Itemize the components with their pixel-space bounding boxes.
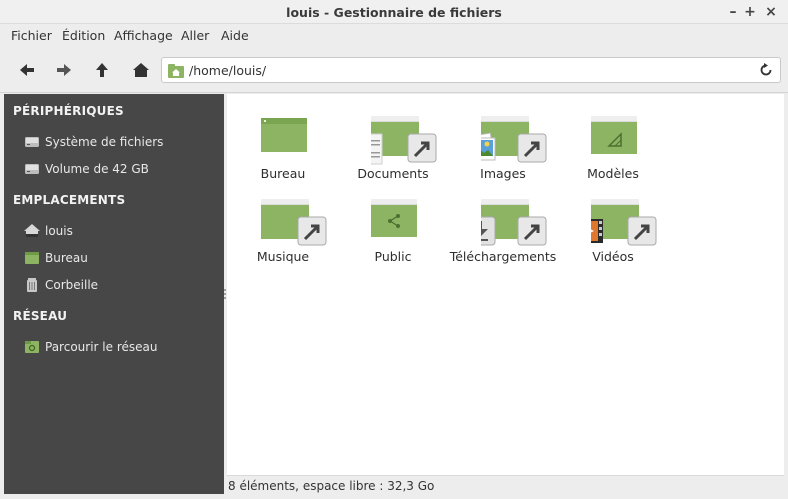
home-folder-icon xyxy=(168,64,184,78)
sidebar-item-label: Bureau xyxy=(45,251,88,265)
downloads-folder-icon xyxy=(481,199,547,246)
status-bar: 8 éléments, espace libre : 32,3 Go xyxy=(227,475,784,495)
status-text: 8 éléments, espace libre : 32,3 Go xyxy=(228,479,435,493)
sidebar-item-volume[interactable]: Volume de 42 GB xyxy=(4,157,224,181)
file-view: Bureau A Documents xyxy=(227,94,784,475)
file-item-public[interactable]: Public xyxy=(338,185,448,265)
trash-icon xyxy=(27,278,37,292)
home-icon xyxy=(24,224,40,237)
file-item-bureau[interactable]: Bureau xyxy=(228,102,338,182)
sidebar-item-bureau[interactable]: Bureau xyxy=(4,246,224,270)
sidebar-item-label: Système de fichiers xyxy=(45,135,164,149)
templates-folder-icon xyxy=(591,116,637,154)
sidebar-item-label: louis xyxy=(45,224,73,238)
file-item-images[interactable]: Images xyxy=(448,102,558,182)
section-peripheriques: PÉRIPHÉRIQUES xyxy=(13,104,124,118)
menu-fichier[interactable]: Fichier xyxy=(11,28,52,43)
forward-button[interactable] xyxy=(51,58,77,82)
menu-aller[interactable]: Aller xyxy=(181,28,209,43)
menu-bar: Fichier Édition Affichage Aller Aide xyxy=(0,24,788,48)
menu-edition[interactable]: Édition xyxy=(62,28,105,43)
menu-affichage[interactable]: Affichage xyxy=(114,28,173,43)
window-title: louis - Gestionnaire de fichiers xyxy=(286,5,502,20)
arrow-right-icon xyxy=(57,64,71,76)
sidebar: PÉRIPHÉRIQUES Système de fichiers Volume… xyxy=(4,94,224,494)
folder-icon xyxy=(25,252,39,264)
file-item-videos[interactable]: Vidéos xyxy=(558,185,668,265)
music-folder-icon xyxy=(261,199,327,246)
videos-folder-icon xyxy=(591,199,657,246)
arrow-up-icon xyxy=(96,63,108,77)
sidebar-item-label: Corbeille xyxy=(45,278,99,292)
reload-icon[interactable] xyxy=(758,62,774,78)
public-folder-icon xyxy=(371,199,417,237)
section-reseau: RÉSEAU xyxy=(13,309,68,323)
section-emplacements: EMPLACEMENTS xyxy=(13,193,126,207)
file-item-modeles[interactable]: Modèles xyxy=(558,102,668,182)
file-label: Bureau xyxy=(260,166,306,181)
home-button[interactable] xyxy=(128,58,154,82)
sidebar-item-corbeille[interactable]: Corbeille xyxy=(4,273,224,297)
menu-aide[interactable]: Aide xyxy=(221,28,249,43)
sidebar-item-label: Volume de 42 GB xyxy=(45,162,149,176)
arrow-left-icon xyxy=(20,64,34,76)
close-button[interactable]: × xyxy=(762,3,780,21)
file-label: Téléchargements xyxy=(449,249,557,264)
sidebar-item-louis[interactable]: louis xyxy=(4,219,224,243)
file-label: Modèles xyxy=(587,166,639,181)
file-label: Musique xyxy=(256,249,310,264)
network-folder-icon xyxy=(25,341,39,353)
location-path[interactable]: /home/louis/ xyxy=(189,63,266,78)
documents-folder-icon: A xyxy=(371,116,437,165)
home-icon xyxy=(133,63,149,77)
up-button[interactable] xyxy=(89,58,115,82)
location-bar[interactable]: /home/louis/ xyxy=(161,57,781,83)
pictures-folder-icon xyxy=(481,116,547,163)
toolbar: /home/louis/ xyxy=(0,48,788,93)
sidebar-item-reseau[interactable]: Parcourir le réseau xyxy=(4,335,224,359)
maximize-button[interactable]: + xyxy=(741,3,759,21)
drive-icon xyxy=(25,137,39,147)
file-label: Public xyxy=(374,249,412,264)
file-label: Images xyxy=(480,166,526,181)
file-label: Vidéos xyxy=(592,249,634,264)
file-item-musique[interactable]: Musique xyxy=(228,185,338,265)
desktop-folder-icon xyxy=(261,118,307,152)
sidebar-item-systeme[interactable]: Système de fichiers xyxy=(4,130,224,154)
minimize-button[interactable]: – xyxy=(724,3,742,21)
title-bar: louis - Gestionnaire de fichiers – + × xyxy=(0,0,788,24)
drive-icon xyxy=(25,164,39,174)
sidebar-item-label: Parcourir le réseau xyxy=(45,340,158,354)
back-button[interactable] xyxy=(14,58,40,82)
file-item-documents[interactable]: A Documents xyxy=(338,102,448,182)
file-item-telechargements[interactable]: Téléchargements xyxy=(448,185,558,265)
file-label: Documents xyxy=(357,166,429,181)
